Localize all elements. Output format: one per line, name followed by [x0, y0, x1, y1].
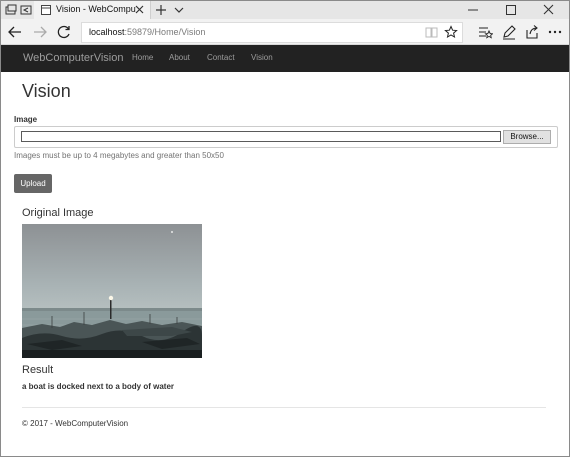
close-window-icon[interactable] — [530, 1, 568, 19]
tab-vision[interactable]: Vision - WebComputerV — [34, 1, 151, 19]
footer-divider — [22, 407, 546, 408]
upload-button[interactable]: Upload — [14, 174, 52, 193]
close-tab-icon[interactable] — [134, 4, 145, 15]
file-path-input[interactable] — [21, 131, 501, 142]
nav-home-link[interactable]: Home — [132, 53, 153, 62]
favorite-star-icon[interactable] — [444, 25, 458, 39]
new-tab-icon[interactable] — [154, 3, 168, 17]
url-field[interactable]: localhost:59879/Home/Vision — [81, 22, 463, 43]
site-navbar: WebComputerVision Home About Contact Vis… — [1, 45, 569, 72]
refresh-icon[interactable] — [56, 24, 72, 40]
back-arrow-icon[interactable] — [7, 24, 23, 40]
chevron-down-icon[interactable] — [172, 3, 186, 17]
page-icon — [40, 4, 52, 16]
reading-view-icon[interactable] — [425, 26, 438, 39]
browser-window: Vision - WebComputerV — [0, 0, 570, 457]
more-icon[interactable] — [547, 24, 563, 40]
tab-title: Vision - WebComputerV — [56, 4, 136, 14]
share-icon[interactable] — [524, 24, 540, 40]
original-image-heading: Original Image — [22, 207, 94, 219]
page-title: Vision — [22, 81, 71, 101]
result-heading: Result — [22, 364, 54, 376]
minimize-icon[interactable] — [454, 1, 492, 19]
result-caption: a boat is docked next to a body of water — [22, 382, 175, 391]
address-bar: localhost:59879/Home/Vision — [1, 19, 569, 45]
original-image — [22, 224, 202, 358]
file-upload-field[interactable]: Browse... — [14, 126, 558, 148]
tab-manager-icon[interactable] — [4, 3, 18, 17]
maximize-icon[interactable] — [492, 1, 530, 19]
nav-vision-link[interactable]: Vision — [251, 53, 273, 62]
web-note-icon[interactable] — [501, 24, 517, 40]
forward-arrow-icon[interactable] — [32, 24, 48, 40]
file-help-text: Images must be up to 4 megabytes and gre… — [14, 151, 224, 160]
nav-about-link[interactable]: About — [169, 53, 190, 62]
hub-icon[interactable] — [477, 24, 493, 40]
image-field-label: Image — [14, 115, 38, 124]
tab-back-icon[interactable] — [19, 3, 33, 17]
url-text: localhost:59879/Home/Vision — [89, 27, 205, 37]
nav-contact-link[interactable]: Contact — [207, 53, 235, 62]
brand-link[interactable]: WebComputerVision — [23, 52, 123, 64]
url-host: localhost — [89, 27, 125, 37]
footer-text: © 2017 - WebComputerVision — [22, 419, 129, 428]
url-path: :59879/Home/Vision — [124, 27, 206, 37]
title-bar: Vision - WebComputerV — [1, 1, 569, 19]
browse-button[interactable]: Browse... — [503, 130, 551, 144]
